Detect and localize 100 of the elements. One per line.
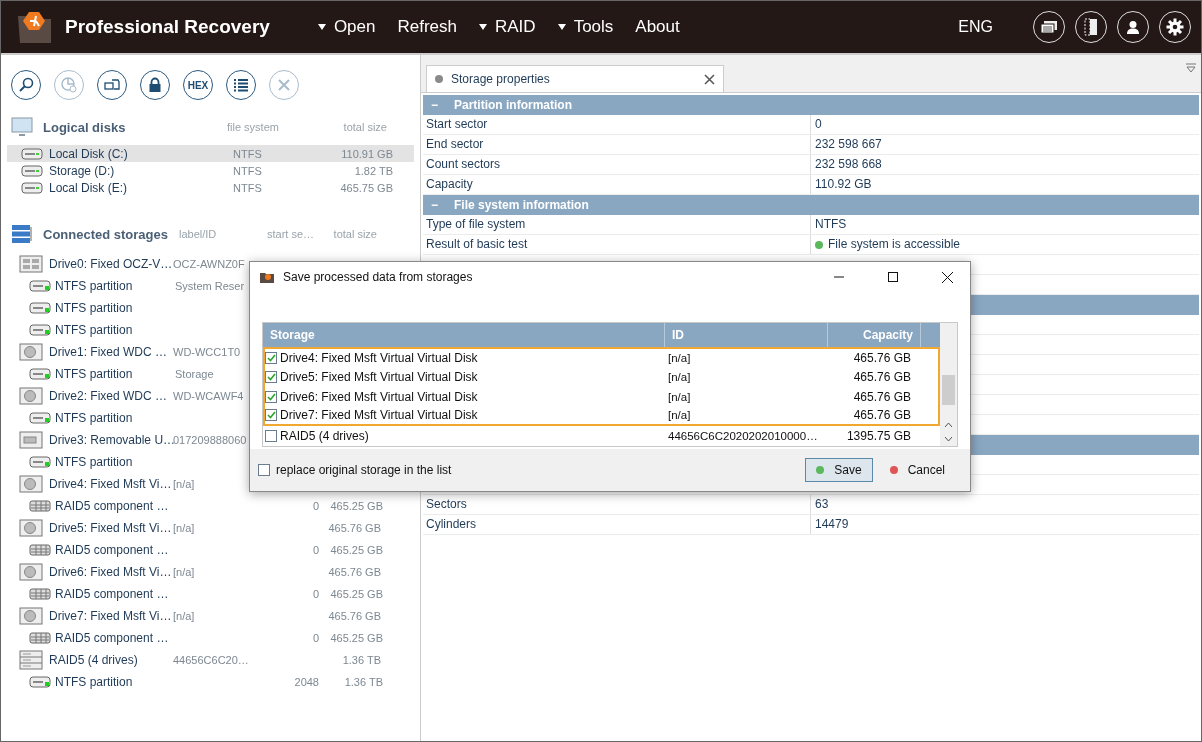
storage-label: [n/a] bbox=[173, 522, 196, 534]
menu-item[interactable]: Refresh bbox=[397, 17, 457, 37]
disk-list-item[interactable]: Local Disk (C:) NTFS 110.91 GB bbox=[7, 145, 414, 162]
usb-drive-icon bbox=[19, 431, 43, 449]
close-icon[interactable] bbox=[704, 73, 715, 85]
property-name: Result of basic test bbox=[423, 235, 811, 254]
storage-list-item[interactable]: Drive6: Fixed Msft Vi…[n/a] 465.76 GB bbox=[7, 561, 414, 583]
server-icon bbox=[29, 632, 51, 644]
storage-list-item[interactable]: Drive5: Fixed Msft Vi…[n/a] 465.76 GB bbox=[7, 517, 414, 539]
storage-row[interactable]: Drive7: Fixed Msft Virtual Virtual Disk [n/a] 465.76 GB bbox=[263, 406, 940, 427]
scroll-down-icon[interactable] bbox=[944, 436, 953, 442]
property-name: Count sectors bbox=[423, 155, 811, 174]
start-sector: 2048 bbox=[293, 676, 319, 688]
storage-list-item[interactable]: RAID5 component … 0 465.25 GB bbox=[7, 539, 414, 561]
property-name: Start sector bbox=[423, 115, 811, 134]
property-name: Capacity bbox=[423, 175, 811, 194]
scroll-up-icon[interactable] bbox=[944, 422, 953, 428]
storage-capacity: 465.76 GB bbox=[852, 408, 912, 423]
storage-label: WD-WCAWF4 bbox=[173, 390, 245, 402]
hard-drive-icon bbox=[19, 519, 43, 537]
server-icon bbox=[11, 224, 33, 244]
property-name: Type of file system bbox=[423, 215, 811, 234]
server-icon bbox=[29, 544, 51, 556]
storage-id: [n/a] bbox=[667, 390, 692, 403]
status-dot bbox=[435, 75, 443, 83]
properties-tab[interactable]: Storage properties bbox=[426, 65, 724, 92]
checkbox[interactable] bbox=[265, 430, 277, 443]
disk-list-item[interactable]: Storage (D:) NTFS 1.82 TB bbox=[7, 162, 414, 179]
checkbox[interactable] bbox=[258, 464, 270, 476]
storage-list-item[interactable]: Drive7: Fixed Msft Vi…[n/a] 465.76 GB bbox=[7, 605, 414, 627]
total-size: 1.82 TB bbox=[353, 164, 393, 177]
property-value: 110.92 GB bbox=[814, 176, 872, 193]
checkbox[interactable] bbox=[265, 370, 277, 383]
close-icon bbox=[941, 271, 953, 283]
cancel-button[interactable]: Cancel bbox=[878, 458, 956, 482]
server-icon bbox=[29, 588, 51, 600]
hard-drive-icon bbox=[19, 475, 43, 493]
checkbox[interactable] bbox=[265, 409, 277, 422]
scrollbar-thumb[interactable] bbox=[942, 375, 955, 405]
app-title: Professional Recovery bbox=[65, 16, 270, 38]
storage-row[interactable]: Drive4: Fixed Msft Virtual Virtual Disk [n/a] 465.76 GB bbox=[263, 347, 940, 367]
property-value: 63 bbox=[814, 496, 829, 513]
section-title: Logical disks bbox=[43, 119, 127, 135]
storage-name: Drive1: Fixed WDC … bbox=[49, 345, 168, 359]
pie-chart-icon bbox=[60, 76, 78, 94]
storage-row[interactable]: RAID5 (4 drives) 44656C6C2020202010000… 1395.75 GB bbox=[263, 426, 940, 446]
storage-name: RAID5 component … bbox=[55, 543, 170, 557]
server-icon bbox=[29, 500, 51, 512]
language-selector[interactable]: ENG bbox=[958, 18, 993, 36]
total-size: 110.91 GB bbox=[340, 147, 393, 160]
total-size: 465.75 GB bbox=[339, 181, 393, 194]
storage-name: Drive6: Fixed Msft Virtual Virtual Disk bbox=[279, 389, 479, 404]
menu-item[interactable]: About bbox=[635, 17, 680, 37]
hard-drive-icon bbox=[19, 563, 43, 581]
storage-capacity: 465.76 GB bbox=[852, 350, 912, 365]
storage-list-item[interactable]: RAID5 component … 0 465.25 GB bbox=[7, 583, 414, 605]
status-dot bbox=[815, 240, 823, 249]
column-header: ID bbox=[665, 323, 828, 347]
search-button[interactable] bbox=[11, 70, 41, 100]
disk-list-item[interactable]: Local Disk (E:) NTFS 465.75 GB bbox=[7, 179, 414, 196]
total-size: 465.25 GB bbox=[329, 500, 383, 512]
storage-name: RAID5 (4 drives) bbox=[279, 429, 370, 444]
menu-item[interactable]: RAID bbox=[479, 17, 536, 37]
filter-icon[interactable] bbox=[1185, 63, 1197, 73]
storage-name: NTFS partition bbox=[55, 411, 134, 425]
storage-list-item[interactable]: NTFS partition bbox=[7, 297, 414, 319]
maximize-icon bbox=[888, 272, 898, 282]
files-button[interactable] bbox=[97, 70, 127, 100]
storage-capacity: 1395.75 GB bbox=[845, 429, 912, 444]
column-header: Storage bbox=[263, 323, 665, 347]
drive-icon bbox=[19, 255, 43, 273]
property-value: NTFS bbox=[814, 216, 847, 233]
storage-capacity: 465.76 GB bbox=[852, 389, 912, 404]
lock-button[interactable] bbox=[140, 70, 170, 100]
storage-name: Drive0: Fixed OCZ-V… bbox=[49, 257, 173, 271]
column-header: label/ID bbox=[179, 228, 218, 240]
documents-icon bbox=[103, 77, 121, 93]
storage-list-item[interactable]: NTFS partition 2048 1.36 TB bbox=[7, 671, 414, 693]
list-button[interactable] bbox=[226, 70, 256, 100]
storage-list-item[interactable]: RAID5 component … 0 465.25 GB bbox=[7, 495, 414, 517]
storage-name: Drive2: Fixed WDC … bbox=[49, 389, 168, 403]
column-header: file system bbox=[227, 121, 280, 133]
windows-icon bbox=[1040, 20, 1058, 34]
start-sector: 0 bbox=[311, 544, 319, 556]
column-header: total size bbox=[332, 228, 377, 240]
checkbox[interactable] bbox=[265, 390, 277, 403]
dropdown-caret-icon bbox=[557, 23, 566, 31]
total-size: 1.36 TB bbox=[341, 654, 381, 666]
menu-item[interactable]: Tools bbox=[557, 17, 614, 37]
column-header: total size bbox=[342, 121, 387, 133]
hex-button[interactable]: HEX bbox=[183, 70, 213, 100]
save-button[interactable]: Save bbox=[805, 458, 873, 482]
storage-name: Drive4: Fixed Msft Vi… bbox=[49, 477, 173, 491]
storage-list-item[interactable]: RAID5 (4 drives) 44656C6C20… 1.36 TB bbox=[7, 649, 414, 671]
storage-id: [n/a] bbox=[667, 370, 692, 383]
storage-list-item[interactable]: RAID5 component … 0 465.25 GB bbox=[7, 627, 414, 649]
checkbox[interactable] bbox=[265, 351, 277, 364]
dialog-title: Save processed data from storages bbox=[283, 270, 474, 284]
menu-item[interactable]: Open bbox=[317, 17, 376, 37]
scrollbar[interactable] bbox=[940, 323, 957, 446]
